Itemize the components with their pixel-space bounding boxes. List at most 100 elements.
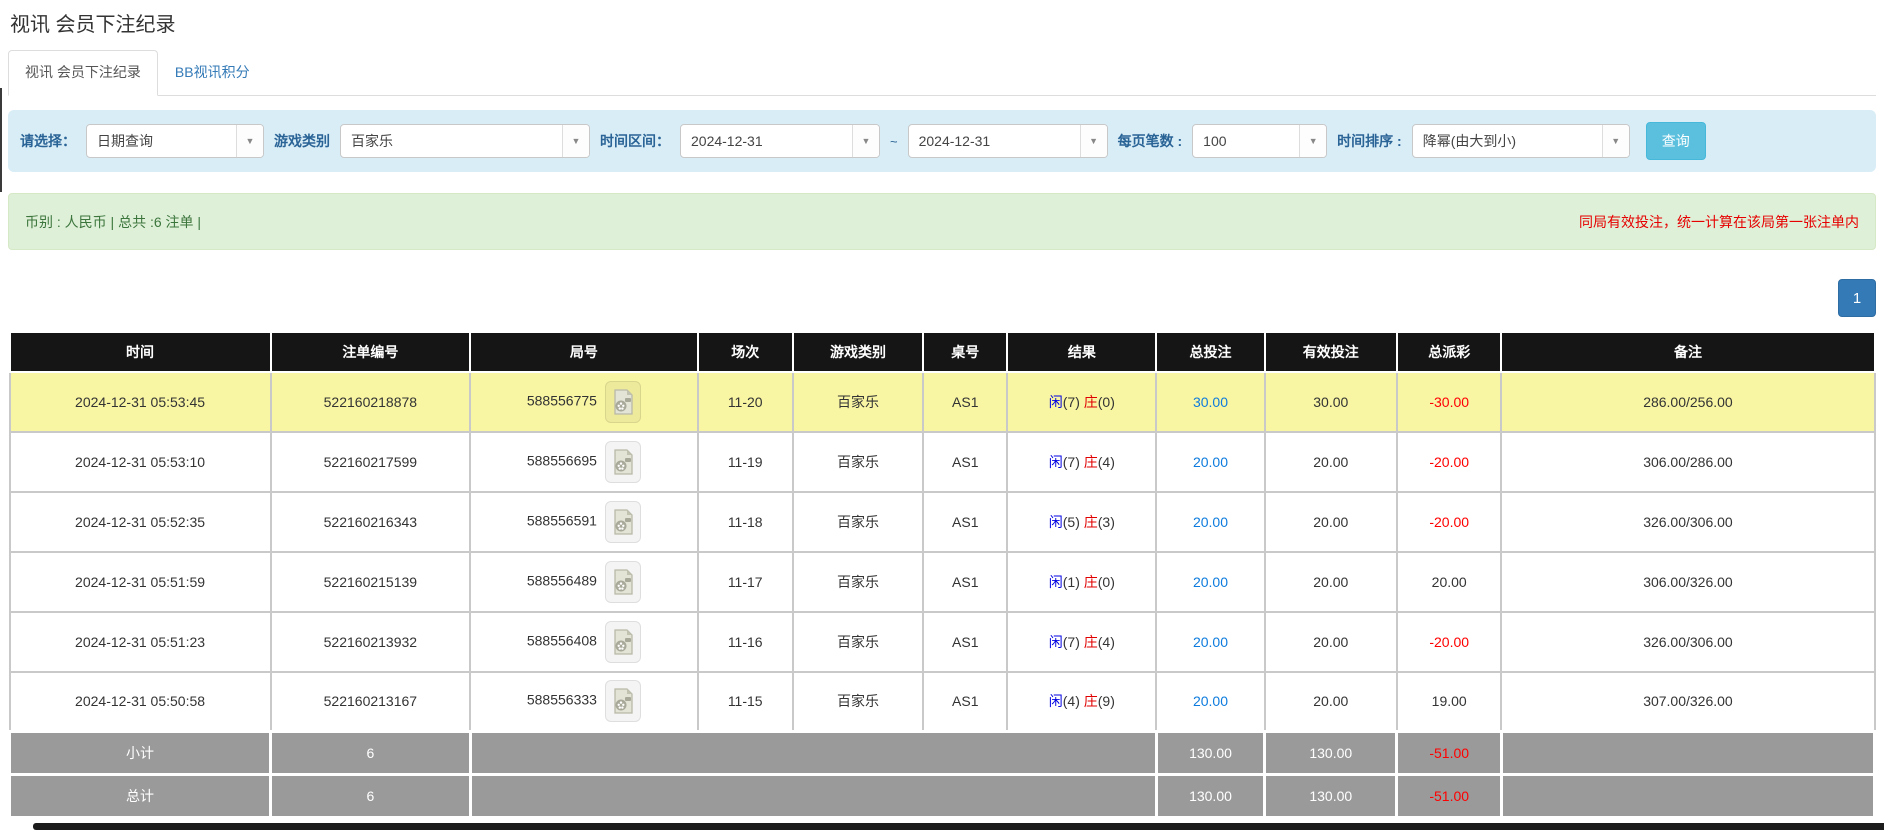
player-result-value: (7)	[1063, 394, 1084, 410]
bet-records-table: 时间注单编号局号场次游戏类别桌号结果总投注有效投注总派彩备注 2024-12-3…	[8, 333, 1876, 819]
summary-bar: 币别 : 人民币 | 总共 :6 注单 | 同局有效投注，统一计算在该局第一张注…	[8, 193, 1876, 250]
cell-total-bet[interactable]: 20.00	[1156, 432, 1264, 492]
cell-result: 闲(1) 庄(0)	[1007, 552, 1156, 612]
cell-total-bet[interactable]: 20.00	[1156, 552, 1264, 612]
cell-game-type: 百家乐	[793, 552, 924, 612]
select-type-label: 请选择：	[20, 131, 76, 151]
round-number-text: 588556333	[527, 692, 597, 708]
cell-bet-number: 522160213167	[271, 672, 471, 732]
tab-bet-records[interactable]: 视讯 会员下注纪录	[8, 50, 158, 96]
column-header: 时间	[10, 334, 271, 372]
filter-bar: 请选择： 日期查询 ▼ 游戏类别 百家乐 ▼ 时间区间： 2024-12-31 …	[8, 110, 1876, 172]
film-icon	[612, 629, 634, 655]
column-header: 局号	[470, 334, 698, 372]
column-header: 游戏类别	[793, 334, 924, 372]
video-replay-button[interactable]	[605, 441, 641, 483]
cell-valid-bet: 20.00	[1265, 672, 1397, 732]
tab-bb-points[interactable]: BB视讯积分	[158, 50, 267, 96]
banker-result-label: 庄	[1084, 394, 1098, 410]
chevron-down-icon: ▼	[852, 125, 879, 157]
page-1-button[interactable]: 1	[1838, 279, 1876, 317]
cell-game-type: 百家乐	[793, 612, 924, 672]
video-replay-button[interactable]	[605, 381, 641, 423]
banker-result-label: 庄	[1084, 574, 1098, 590]
banker-result-value: (3)	[1098, 514, 1115, 530]
column-header: 注单编号	[271, 334, 471, 372]
banker-result-label: 庄	[1084, 514, 1098, 530]
page-size-select[interactable]: 100 ▼	[1192, 124, 1327, 158]
table-footer: 小计6130.00130.00-51.00总计6130.00130.00-51.…	[10, 732, 1875, 818]
currency-summary-text: 币别 : 人民币 | 总共 :6 注单 |	[25, 212, 201, 232]
footer-total-bet: 130.00	[1156, 775, 1264, 818]
video-replay-button[interactable]	[605, 621, 641, 663]
page-title: 视讯 会员下注纪录	[8, 8, 1876, 37]
cell-total-bet[interactable]: 20.00	[1156, 492, 1264, 552]
footer-label: 小计	[10, 732, 271, 775]
game-type-select[interactable]: 百家乐 ▼	[340, 124, 590, 158]
footer-payout: -51.00	[1397, 732, 1501, 775]
banker-result-value: (4)	[1098, 634, 1115, 650]
cell-session: 11-19	[698, 432, 793, 492]
table-row: 2024-12-31 05:52:35522160216343588556591…	[10, 492, 1875, 552]
pagination: 1	[8, 279, 1876, 317]
footer-valid-bet: 130.00	[1265, 732, 1397, 775]
cell-round-number: 588556775	[470, 372, 698, 432]
film-icon	[612, 509, 634, 535]
page-size-value: 100	[1193, 133, 1299, 149]
video-replay-button[interactable]	[605, 501, 641, 543]
cell-time: 2024-12-31 05:52:35	[10, 492, 271, 552]
cell-table-number: AS1	[923, 492, 1007, 552]
chevron-down-icon: ▼	[1080, 125, 1107, 157]
query-type-select[interactable]: 日期查询 ▼	[86, 124, 264, 158]
cell-session: 11-17	[698, 552, 793, 612]
video-replay-button[interactable]	[605, 680, 641, 722]
valid-bet-notice-text: 同局有效投注，统一计算在该局第一张注单内	[1579, 212, 1859, 232]
cell-remark: 326.00/306.00	[1501, 492, 1874, 552]
cell-valid-bet: 20.00	[1265, 612, 1397, 672]
cell-round-number: 588556333	[470, 672, 698, 732]
horizontal-scrollbar[interactable]	[33, 823, 1884, 830]
table-row: 2024-12-31 05:51:23522160213932588556408…	[10, 612, 1875, 672]
cell-valid-bet: 20.00	[1265, 492, 1397, 552]
query-button[interactable]: 查询	[1646, 122, 1706, 160]
cell-time: 2024-12-31 05:50:58	[10, 672, 271, 732]
cell-remark: 286.00/256.00	[1501, 372, 1874, 432]
cell-total-bet[interactable]: 20.00	[1156, 612, 1264, 672]
banker-result-value: (9)	[1098, 693, 1115, 709]
table-header-row: 时间注单编号局号场次游戏类别桌号结果总投注有效投注总派彩备注	[10, 334, 1875, 372]
column-header: 备注	[1501, 334, 1874, 372]
cell-payout: -30.00	[1397, 372, 1501, 432]
cell-remark: 306.00/286.00	[1501, 432, 1874, 492]
range-separator: ~	[890, 134, 898, 149]
date-to-select[interactable]: 2024-12-31 ▼	[908, 124, 1108, 158]
cell-result: 闲(7) 庄(4)	[1007, 612, 1156, 672]
cell-result: 闲(7) 庄(4)	[1007, 432, 1156, 492]
column-header: 总投注	[1156, 334, 1264, 372]
cell-payout: -20.00	[1397, 432, 1501, 492]
cell-table-number: AS1	[923, 672, 1007, 732]
player-result-value: (4)	[1063, 693, 1084, 709]
video-replay-button[interactable]	[605, 561, 641, 603]
cell-payout: 20.00	[1397, 552, 1501, 612]
player-result-value: (1)	[1063, 574, 1084, 590]
cell-valid-bet: 20.00	[1265, 432, 1397, 492]
cell-total-bet[interactable]: 20.00	[1156, 672, 1264, 732]
cell-game-type: 百家乐	[793, 672, 924, 732]
player-result-label: 闲	[1049, 634, 1063, 650]
cell-remark: 326.00/306.00	[1501, 612, 1874, 672]
cell-bet-number: 522160218878	[271, 372, 471, 432]
table-body: 2024-12-31 05:53:45522160218878588556775…	[10, 372, 1875, 732]
cell-total-bet[interactable]: 30.00	[1156, 372, 1264, 432]
cell-valid-bet: 20.00	[1265, 552, 1397, 612]
date-from-select[interactable]: 2024-12-31 ▼	[680, 124, 880, 158]
player-result-label: 闲	[1049, 514, 1063, 530]
footer-count: 6	[271, 732, 471, 775]
column-header: 有效投注	[1265, 334, 1397, 372]
page: 视讯 会员下注纪录 视讯 会员下注纪录BB视讯积分 请选择： 日期查询 ▼ 游戏…	[0, 0, 1884, 832]
sort-order-select[interactable]: 降幂(由大到小) ▼	[1412, 124, 1630, 158]
cell-payout: -20.00	[1397, 492, 1501, 552]
column-header: 总派彩	[1397, 334, 1501, 372]
cell-bet-number: 522160213932	[271, 612, 471, 672]
player-result-label: 闲	[1049, 454, 1063, 470]
footer-label: 总计	[10, 775, 271, 818]
